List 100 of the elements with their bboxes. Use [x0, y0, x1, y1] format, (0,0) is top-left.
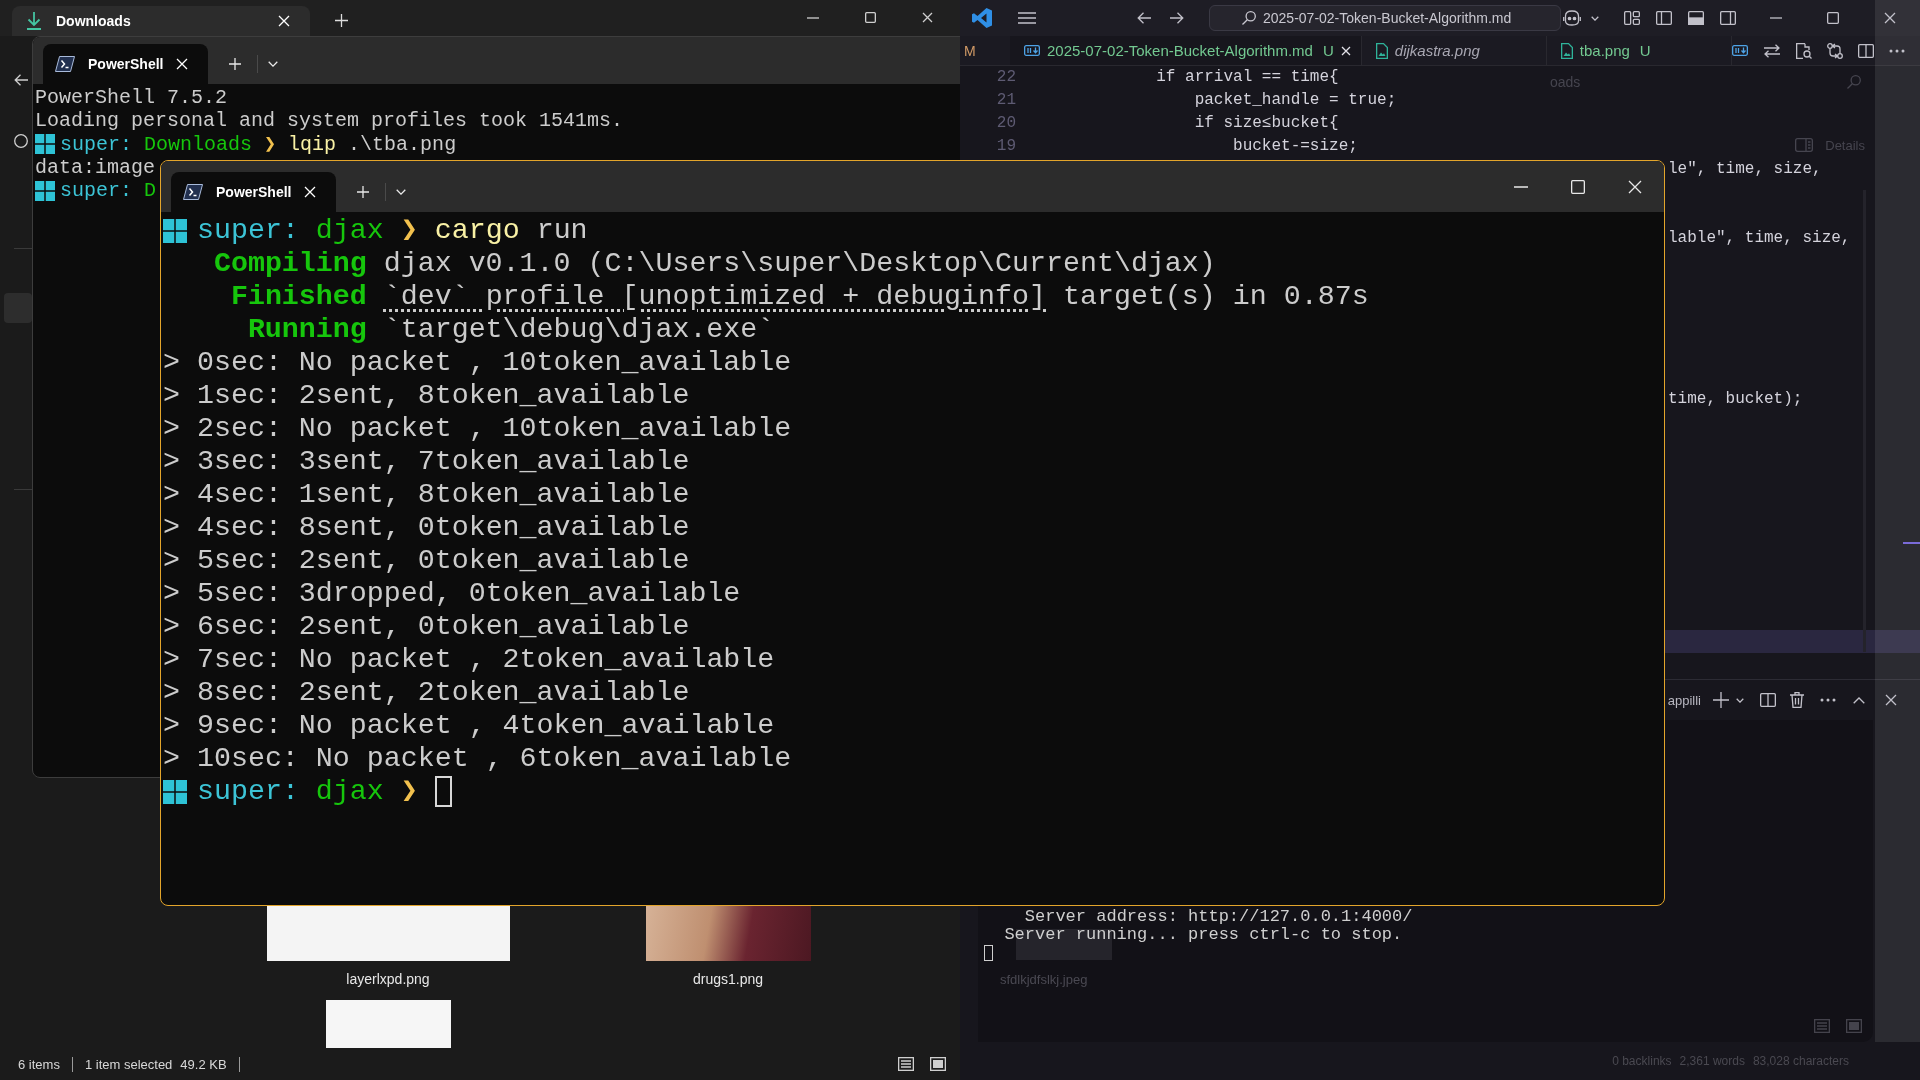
status-label: Compiling	[213, 247, 367, 280]
markdown-icon	[1024, 45, 1040, 56]
four-squares-icon	[35, 180, 55, 201]
status-text: target(s) in 0.87s	[1063, 280, 1369, 313]
plus-icon[interactable]	[1713, 692, 1729, 708]
sidebar-left-icon[interactable]	[1656, 11, 1672, 25]
status-label: Finished	[230, 280, 367, 313]
back-arrow-icon[interactable]	[1137, 12, 1151, 24]
prompt-symbol: ❯	[400, 214, 418, 247]
four-squares-icon	[35, 134, 55, 155]
terminal-tab[interactable]: PowerShell	[171, 172, 337, 212]
forward-arrow-icon[interactable]	[1170, 12, 1184, 24]
circle-icon[interactable]	[14, 134, 28, 148]
output-line: Loading personal and system profiles took 1541ms.	[35, 109, 624, 133]
command-argument: run	[536, 214, 588, 247]
caret-icon[interactable]	[1736, 697, 1744, 703]
close-icon[interactable]	[922, 12, 933, 23]
editor-tab[interactable]: tba.png U	[1546, 36, 1732, 65]
output-line: > 8sec: 2sent, 2token_available	[163, 676, 690, 709]
search-icon	[1242, 11, 1256, 25]
prompt-user: super:	[60, 132, 132, 156]
sidebar-right-icon[interactable]	[1720, 11, 1736, 25]
code-line: time, bucket);	[1668, 390, 1803, 408]
editor-tab[interactable]: 2025-07-02-Token-Bucket-Algorithm.md U	[1010, 36, 1362, 65]
split-icon[interactable]	[1760, 693, 1776, 707]
trash-icon[interactable]	[1790, 692, 1804, 708]
window-tab[interactable]: Downloads	[12, 6, 310, 36]
search-field[interactable]: 2025-07-02-Token-Bucket-Algorithm.md	[1209, 5, 1561, 31]
line-number: 19	[996, 137, 1016, 155]
caret-icon[interactable]	[1591, 15, 1599, 21]
item-count: 6 items	[18, 1056, 60, 1072]
swap-icon[interactable]	[1762, 43, 1781, 58]
image-file-icon	[1375, 42, 1388, 59]
terminal-tab[interactable]: PowerShell	[43, 44, 209, 84]
four-squares-icon	[163, 779, 187, 804]
code-line: packet_handle = true;	[1194, 91, 1397, 109]
panel-title[interactable]: appilli	[1667, 692, 1701, 708]
maximize-icon[interactable]	[1827, 12, 1839, 24]
output-line: data:image	[35, 155, 156, 180]
preview-icon[interactable]	[1795, 42, 1812, 59]
file-name[interactable]: layerlxpd.png	[346, 970, 430, 988]
prompt-directory: Downloads	[144, 132, 253, 156]
code-line: if arrival == time{	[1156, 68, 1339, 86]
line-number: 21	[996, 91, 1016, 109]
code-line: lable", time, size,	[1668, 229, 1851, 247]
code-line: bucket-=size;	[1233, 137, 1358, 155]
git-status-marker: U	[1639, 42, 1651, 59]
output-line: > 6sec: 2sent, 0token_available	[163, 610, 690, 643]
layout-icon[interactable]	[1624, 11, 1640, 25]
output-line: PowerShell 7.5.2	[35, 86, 228, 110]
maximize-icon[interactable]	[865, 12, 876, 23]
prompt-symbol: ❯	[400, 775, 418, 808]
close-icon[interactable]	[1884, 12, 1896, 24]
terminal-output-line: Server running... press ctrl-c to stop.	[1004, 926, 1403, 944]
tiles-view-icon[interactable]	[1846, 1019, 1862, 1033]
close-icon[interactable]	[1340, 45, 1351, 56]
output-line: > 7sec: No packet , 2token_available	[163, 643, 775, 676]
chevron-up-icon[interactable]	[1853, 696, 1865, 704]
prompt-directory: djax	[315, 214, 384, 247]
prompt-symbol: ❯	[264, 132, 277, 156]
git-status-marker: M	[964, 42, 976, 59]
terminal-output-line: Server address: http://127.0.0.1:4000/	[1024, 908, 1413, 926]
close-icon[interactable]	[1885, 694, 1897, 706]
back-arrow-icon[interactable]	[14, 74, 28, 86]
app-logo-icon[interactable]	[972, 8, 992, 28]
file-size: 49.2 KB	[180, 1056, 227, 1072]
plus-icon[interactable]	[335, 14, 348, 27]
details-pane-icon	[1795, 138, 1814, 152]
menu-icon[interactable]	[1018, 12, 1036, 24]
output-line: > 1sec: 2sent, 8token_available	[163, 379, 690, 412]
compare-icon[interactable]	[1826, 42, 1843, 59]
editor-tab[interactable]: dijkastra.png	[1361, 36, 1547, 65]
output-line: > 0sec: No packet , 10token_available	[163, 346, 792, 379]
scroll-marker	[1903, 542, 1920, 544]
status-text: `target\debug\djax.exe`	[383, 313, 775, 346]
output-line: > 10sec: No packet , 6token_available	[163, 742, 792, 775]
more-icon[interactable]	[1820, 698, 1836, 702]
robot-icon[interactable]	[1563, 10, 1581, 26]
output-line: > 4sec: 8sent, 0token_available	[163, 511, 690, 544]
photo-placeholder[interactable]	[645, 906, 811, 961]
prompt-user: super:	[197, 214, 299, 247]
terminal-icon	[55, 56, 75, 72]
profile-link[interactable]: `dev` profile [unoptimized + debuginfo]	[383, 280, 1046, 313]
split-icon[interactable]	[1857, 43, 1874, 58]
image-thumbnail[interactable]	[266, 906, 510, 961]
markdown-icon[interactable]	[1731, 45, 1748, 56]
image-thumbnail[interactable]	[325, 1000, 451, 1048]
line-number: 20	[996, 114, 1016, 132]
command-name: lqip	[288, 132, 337, 156]
output-line: > 5sec: 3dropped, 0token_available	[163, 577, 741, 610]
status-label: Running	[247, 313, 367, 346]
output-line: > 3sec: 3sent, 7token_available	[163, 445, 690, 478]
file-name[interactable]: drugs1.png	[692, 970, 764, 988]
four-squares-icon	[163, 218, 187, 243]
panel-bottom-icon[interactable]	[1688, 11, 1704, 25]
prompt-directory: djax	[315, 775, 384, 808]
output-line: > 5sec: 2sent, 0token_available	[163, 544, 690, 577]
more-icon[interactable]	[1888, 48, 1905, 53]
minimize-icon[interactable]	[807, 16, 819, 19]
git-status-marker: U	[1322, 42, 1334, 59]
